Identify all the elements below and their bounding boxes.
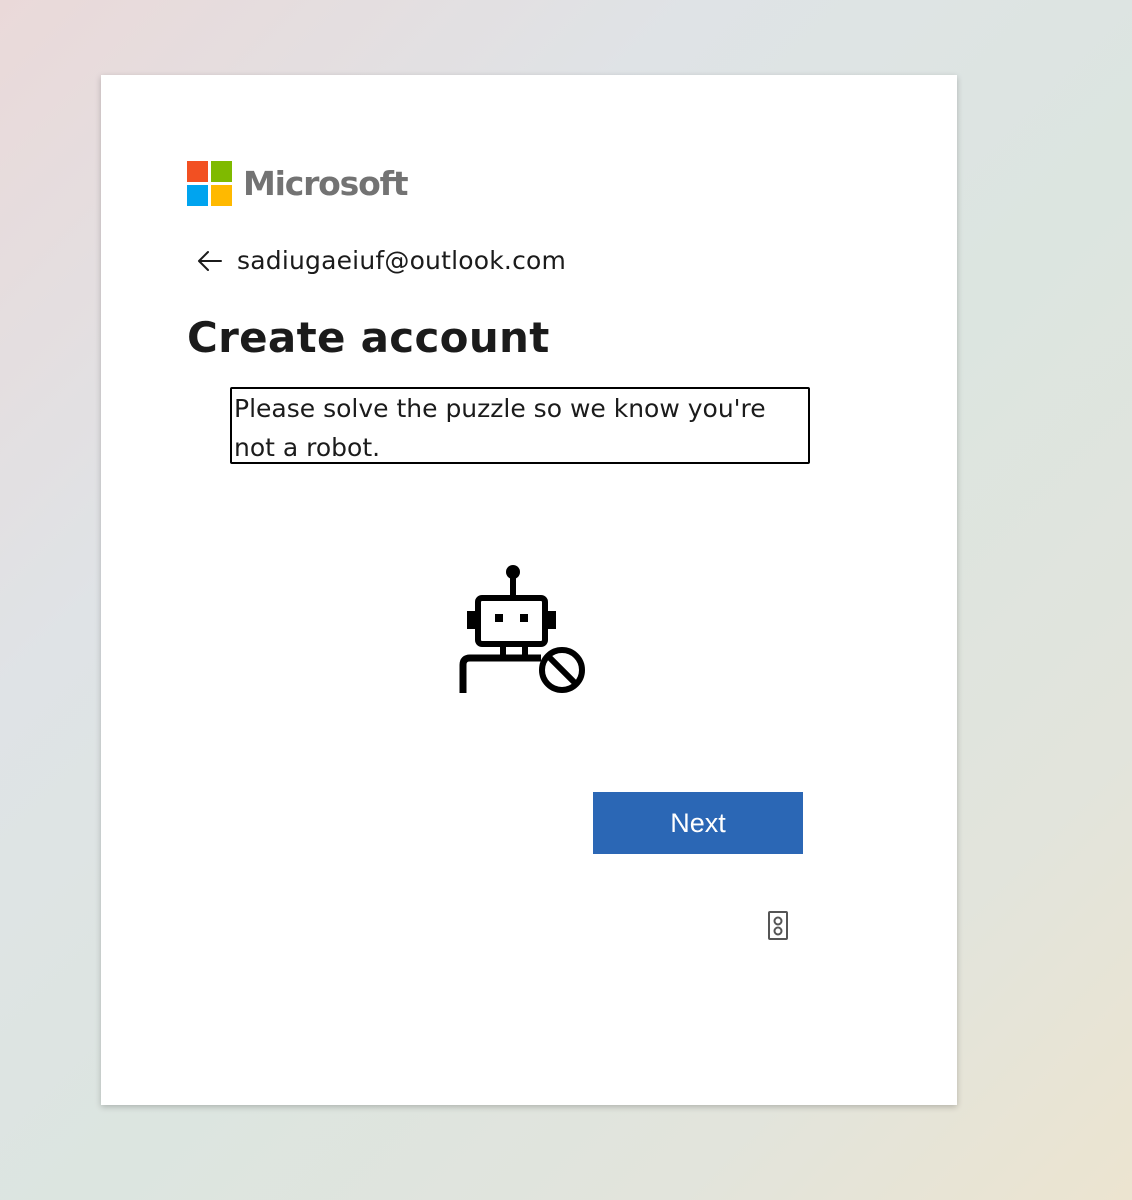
identity-email: sadiugaeiuf@outlook.com [237, 246, 567, 275]
arrow-left-icon[interactable] [195, 249, 223, 273]
puzzle-instruction: Please solve the puzzle so we know you'r… [230, 387, 810, 464]
logo-text: Microsoft [243, 164, 409, 203]
page-title: Create account [187, 313, 550, 362]
microsoft-logo-icon [187, 161, 232, 206]
next-button[interactable]: Next [593, 792, 803, 854]
audio-challenge-button[interactable] [767, 910, 789, 941]
identity-banner: sadiugaeiuf@outlook.com [195, 246, 566, 275]
robot-blocked-icon [459, 565, 585, 693]
signup-card: Microsoft sadiugaeiuf@outlook.com Create… [101, 75, 957, 1105]
speaker-icon [768, 911, 788, 940]
microsoft-logo: Microsoft [187, 161, 409, 206]
